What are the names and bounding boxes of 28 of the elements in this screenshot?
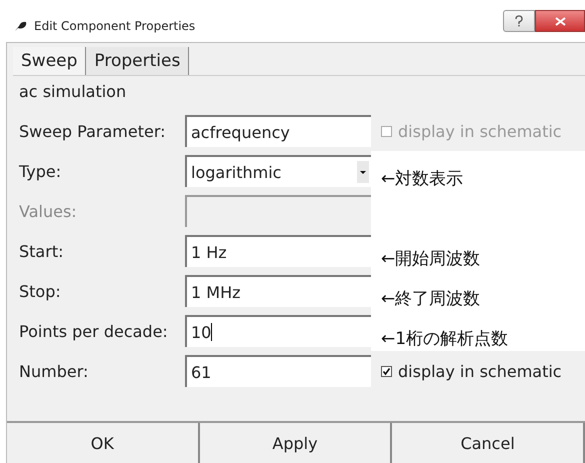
close-button[interactable] [535, 10, 585, 32]
field-label: Sweep Parameter: [19, 122, 167, 140]
window-title: Edit Component Properties [34, 19, 196, 33]
section-title: ac simulation [19, 82, 128, 101]
field-label: Points per decade: [19, 322, 169, 340]
display-checkbox[interactable]: display in schematic [371, 351, 585, 391]
tab[interactable]: Properties [86, 47, 190, 75]
type-dropdown[interactable]: logarithmic [185, 155, 371, 187]
input-field[interactable]: 1 Hz [185, 235, 371, 267]
field-label: Type: [19, 162, 62, 180]
field-label: Number: [19, 362, 90, 380]
close-icon [554, 16, 566, 26]
annotation-note: ←対数表示 [381, 168, 464, 190]
help-icon [515, 15, 523, 27]
annotation-note: ←開始周波数 [381, 248, 480, 270]
field-label: Values: [19, 202, 78, 220]
help-button[interactable] [503, 10, 535, 32]
input-field[interactable]: 10 [185, 315, 371, 347]
input-field[interactable]: 61 [185, 355, 371, 387]
annotation-note: ←1桁の解析点数 [381, 328, 508, 350]
checkbox-icon[interactable] [381, 366, 392, 376]
input-field[interactable]: acfrequency [185, 115, 371, 147]
tab[interactable]: Sweep [13, 47, 86, 75]
field-label: Start: [19, 242, 64, 260]
app-icon [14, 20, 28, 32]
input-field[interactable]: 1 MHz [185, 275, 371, 307]
field-label: Stop: [19, 282, 62, 300]
annotation-note: ←終了周波数 [381, 288, 480, 310]
